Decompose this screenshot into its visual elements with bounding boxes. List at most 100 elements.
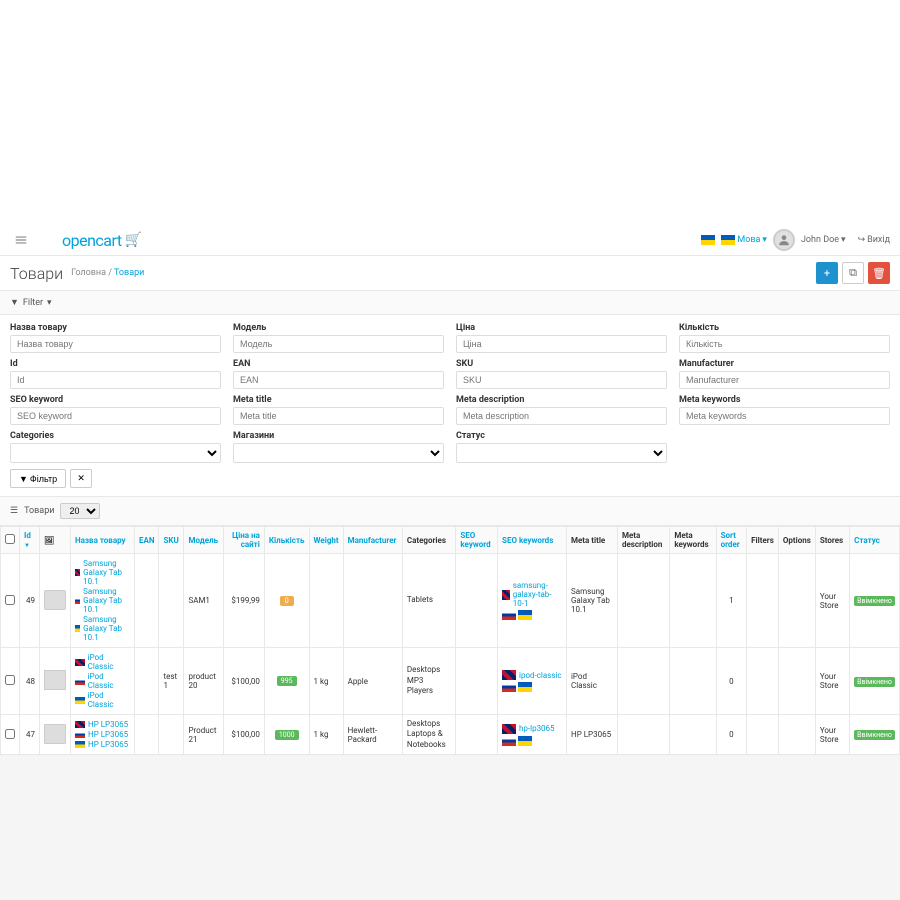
col-price[interactable]: Ціна на сайті: [224, 527, 264, 554]
cell-seo-keyword: [456, 554, 498, 648]
input-id[interactable]: [10, 371, 221, 389]
flag-icon: [75, 741, 85, 748]
select-all-checkbox[interactable]: [5, 534, 15, 544]
flag-ua-icon: [721, 235, 735, 245]
col-model[interactable]: Модель: [184, 527, 224, 554]
breadcrumb-current[interactable]: Товари: [114, 268, 144, 278]
select-status[interactable]: [456, 443, 667, 463]
input-manufacturer[interactable]: [679, 371, 890, 389]
filter-clear-button[interactable]: ✕: [70, 469, 92, 488]
col-options: Options: [778, 527, 815, 554]
cell-meta-kw: [670, 648, 716, 715]
filter-submit-button[interactable]: ▼Фільтр: [10, 469, 66, 488]
logo[interactable]: opencart 🛒: [62, 231, 142, 250]
language-selector[interactable]: Мова ▾: [721, 235, 767, 245]
input-qty[interactable]: [679, 335, 890, 353]
input-sku[interactable]: [456, 371, 667, 389]
product-thumbnail: [44, 590, 66, 610]
products-table: Id 🖼 Назва товару EAN SKU Модель Ціна на…: [0, 526, 900, 755]
avatar[interactable]: [773, 229, 795, 251]
col-sort[interactable]: Sort order: [716, 527, 747, 554]
filter-toggle[interactable]: ▼ Filter ▾: [0, 291, 900, 315]
input-meta-title[interactable]: [233, 407, 444, 425]
product-name-link[interactable]: iPod Classic: [88, 691, 130, 709]
product-name-lang: iPod Classic: [75, 672, 130, 690]
cell-image[interactable]: [40, 554, 71, 648]
input-model[interactable]: [233, 335, 444, 353]
product-name-link[interactable]: Samsung Galaxy Tab 10.1: [83, 587, 130, 614]
row-checkbox[interactable]: [5, 729, 15, 739]
page-title: Товари: [10, 264, 63, 283]
cell-meta-title: iPod Classic: [566, 648, 617, 715]
flag-icon: [75, 659, 85, 666]
product-name-link[interactable]: HP LP3065: [88, 730, 128, 739]
input-name[interactable]: [10, 335, 221, 353]
flag-icon: [75, 697, 85, 704]
logout-link[interactable]: ↪ Вихід: [852, 235, 890, 245]
label-qty: Кількість: [679, 323, 890, 333]
input-price[interactable]: [456, 335, 667, 353]
col-qty[interactable]: Кількість: [264, 527, 309, 554]
input-seo[interactable]: [10, 407, 221, 425]
add-button[interactable]: +: [816, 262, 838, 284]
flag-icon: [75, 569, 80, 576]
cell-image[interactable]: [40, 715, 71, 755]
label-ean: EAN: [233, 359, 444, 369]
label-manufacturer: Manufacturer: [679, 359, 890, 369]
list-header: ☰ Товари 20: [0, 497, 900, 526]
flag-icon: [502, 590, 510, 600]
product-name-link[interactable]: HP LP3065: [88, 720, 128, 729]
flag-ua-icon[interactable]: [701, 235, 715, 245]
filter-icon: ▼: [10, 297, 19, 308]
product-name-link[interactable]: HP LP3065: [88, 740, 128, 749]
status-badge: Ввімкнено: [854, 596, 895, 606]
seo-keyword-link[interactable]: samsung-galaxy-tab-10-1: [513, 581, 562, 608]
cell-meta-title: Samsung Galaxy Tab 10.1: [566, 554, 617, 648]
row-checkbox[interactable]: [5, 675, 15, 685]
delete-button[interactable]: 🗑: [868, 262, 890, 284]
input-ean[interactable]: [233, 371, 444, 389]
cell-options: [778, 715, 815, 755]
cell-categories: DesktopsLaptops & Notebooks: [402, 715, 456, 755]
row-checkbox[interactable]: [5, 595, 15, 605]
product-name-lang: Samsung Galaxy Tab 10.1: [75, 615, 130, 642]
user-menu[interactable]: John Doe ▾: [801, 235, 846, 245]
input-meta-desc[interactable]: [456, 407, 667, 425]
cell-image[interactable]: [40, 648, 71, 715]
col-sku[interactable]: SKU: [159, 527, 184, 554]
product-name-link[interactable]: Samsung Galaxy Tab 10.1: [83, 615, 130, 642]
page-size-select[interactable]: 20: [60, 503, 100, 519]
select-categories[interactable]: [10, 443, 221, 463]
table-row: 49 Samsung Galaxy Tab 10.1Samsung Galaxy…: [1, 554, 900, 648]
select-stores[interactable]: [233, 443, 444, 463]
filter-toggle-label: Filter: [23, 298, 43, 308]
input-meta-kw[interactable]: [679, 407, 890, 425]
product-name-link[interactable]: Samsung Galaxy Tab 10.1: [83, 559, 130, 586]
flag-icon: [502, 736, 516, 746]
seo-keyword-link[interactable]: ipod-classic: [519, 671, 562, 680]
product-name-link[interactable]: iPod Classic: [88, 672, 130, 690]
label-price: Ціна: [456, 323, 667, 333]
col-id[interactable]: Id: [20, 527, 40, 554]
col-weight[interactable]: Weight: [309, 527, 343, 554]
table-row: 48 iPod ClassiciPod ClassiciPod Classic …: [1, 648, 900, 715]
copy-button[interactable]: ⧉: [842, 262, 864, 284]
seo-keyword-link[interactable]: hp-lp3065: [519, 724, 555, 733]
col-ean[interactable]: EAN: [134, 527, 159, 554]
breadcrumb-home[interactable]: Головна: [71, 268, 106, 278]
col-seo-keyword[interactable]: SEO keyword: [456, 527, 498, 554]
product-thumbnail: [44, 670, 66, 690]
col-manufacturer[interactable]: Manufacturer: [343, 527, 402, 554]
cell-meta-kw: [670, 715, 716, 755]
caret-down-icon: ▾: [47, 298, 52, 308]
logo-text: opencart: [62, 231, 122, 250]
menu-toggle-button[interactable]: [10, 229, 32, 251]
product-name-link[interactable]: iPod Classic: [88, 653, 130, 671]
col-status[interactable]: Статус: [850, 527, 900, 554]
col-name[interactable]: Назва товару: [71, 527, 135, 554]
cell-seo-keywords: hp-lp3065: [498, 715, 567, 755]
qty-badge: 1000: [275, 730, 299, 740]
label-sku: SKU: [456, 359, 667, 369]
col-seo-keywords[interactable]: SEO keywords: [498, 527, 567, 554]
cell-stores: Your Store: [815, 554, 849, 648]
